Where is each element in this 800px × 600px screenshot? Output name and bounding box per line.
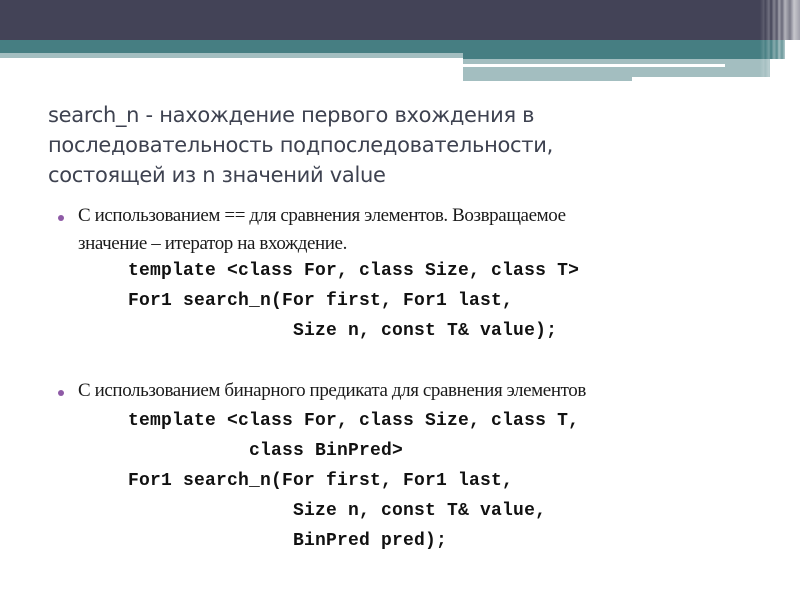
header-white-block: [632, 77, 770, 81]
code-line: For1 search_n(For first, For1 last,: [128, 291, 514, 311]
header-white-line: [463, 64, 725, 67]
header-teal-band-right: [463, 40, 785, 59]
code-line: For1 search_n(For first, For1 last,: [128, 471, 514, 491]
header-dark-band: [0, 0, 800, 40]
bullet-text-line: значение – итератор на вхождение.: [78, 233, 347, 254]
code-line: Size n, const T& value);: [128, 321, 558, 341]
code-line: BinPred pred);: [128, 531, 448, 551]
bullet-text-line: С использованием == для сравнения элемен…: [78, 205, 566, 226]
title-line: search_n - нахождение первого вхождения …: [48, 103, 535, 127]
bullet-text-line: С использованием бинарного предиката для…: [78, 380, 586, 401]
slide-title: search_n - нахождение первого вхождения …: [48, 100, 648, 190]
bullet-dot-icon: [58, 215, 64, 221]
title-line: последовательность подпоследовательности…: [48, 133, 553, 157]
code-line: template <class For, class Size, class T…: [128, 261, 580, 281]
code-line: Size n, const T& value,: [128, 501, 547, 521]
title-line: состоящей из n значений value: [48, 163, 386, 187]
code-line: template <class For, class Size, class T…: [128, 411, 580, 431]
bullet-dot-icon: [58, 390, 64, 396]
header-edge-bars: [760, 0, 800, 81]
header-light-strip-left: [0, 53, 463, 58]
code-line: class BinPred>: [128, 441, 404, 461]
